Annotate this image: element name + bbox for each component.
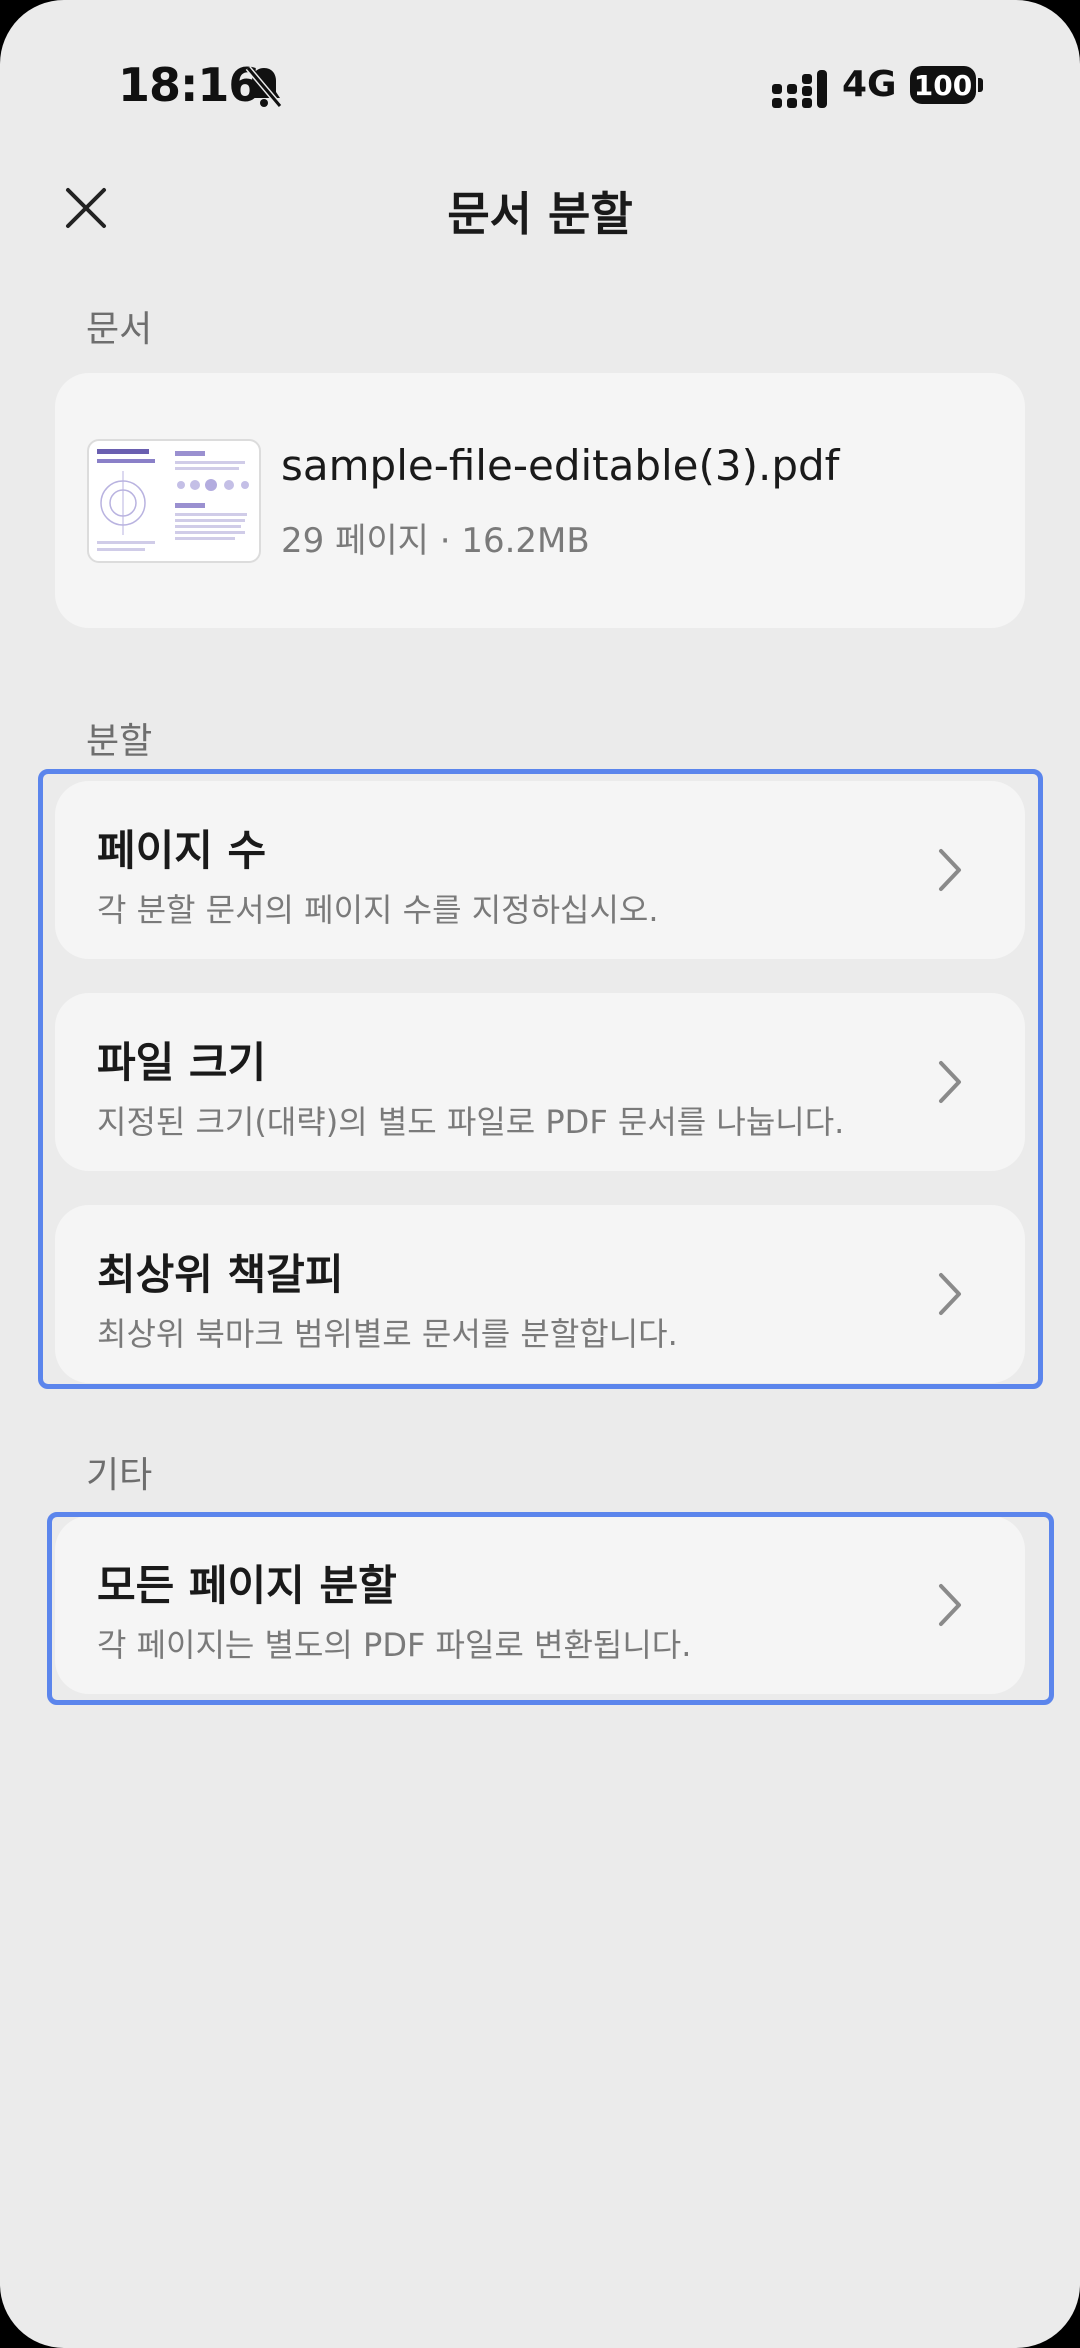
option-file-size[interactable]: 파일 크기 지정된 크기(대략)의 별도 파일로 PDF 문서를 나눕니다. [55, 993, 1025, 1171]
option-title: 파일 크기 [97, 1038, 267, 1087]
status-time: 18:16 [118, 58, 260, 112]
document-section-label: 문서 [86, 309, 153, 350]
screen: 18:16 4G 100 문서 분할 문서 sample-file-editab… [0, 0, 1080, 2348]
option-description: 지정된 크기(대략)의 별도 파일로 PDF 문서를 나눕니다. [97, 1103, 845, 1141]
chevron-right-icon [939, 1273, 961, 1315]
battery-indicator: 100 [910, 66, 976, 104]
option-top-bookmarks[interactable]: 최상위 책갈피 최상위 북마크 범위별로 문서를 분할합니다. [55, 1205, 1025, 1383]
document-preview-image [97, 449, 249, 551]
option-description: 각 페이지는 별도의 PDF 파일로 변환됩니다. [97, 1626, 692, 1664]
document-file-meta: 29 페이지 · 16.2MB [281, 521, 590, 561]
other-section-label: 기타 [86, 1455, 153, 1496]
battery-tip [978, 78, 983, 92]
option-title: 모든 페이지 분할 [97, 1561, 397, 1610]
option-page-count[interactable]: 페이지 수 각 분할 문서의 페이지 수를 지정하십시오. [55, 781, 1025, 959]
option-title: 페이지 수 [97, 826, 267, 875]
option-description: 각 분할 문서의 페이지 수를 지정하십시오. [97, 891, 659, 929]
chevron-right-icon [939, 849, 961, 891]
page-title: 문서 분할 [447, 187, 633, 241]
document-card[interactable]: sample-file-editable(3).pdf 29 페이지 · 16.… [55, 373, 1025, 628]
document-file-name: sample-file-editable(3).pdf [281, 441, 840, 490]
option-title: 최상위 책갈피 [97, 1250, 344, 1299]
signal-icon [772, 70, 827, 108]
bell-muted-icon [245, 66, 283, 108]
chevron-right-icon [939, 1584, 961, 1626]
option-description: 최상위 북마크 범위별로 문서를 분할합니다. [97, 1315, 678, 1353]
split-section-label: 분할 [86, 721, 153, 762]
chevron-right-icon [939, 1061, 961, 1103]
document-thumbnail [87, 439, 261, 563]
network-label: 4G [842, 64, 897, 105]
option-split-all-pages[interactable]: 모든 페이지 분할 각 페이지는 별도의 PDF 파일로 변환됩니다. [55, 1516, 1025, 1694]
